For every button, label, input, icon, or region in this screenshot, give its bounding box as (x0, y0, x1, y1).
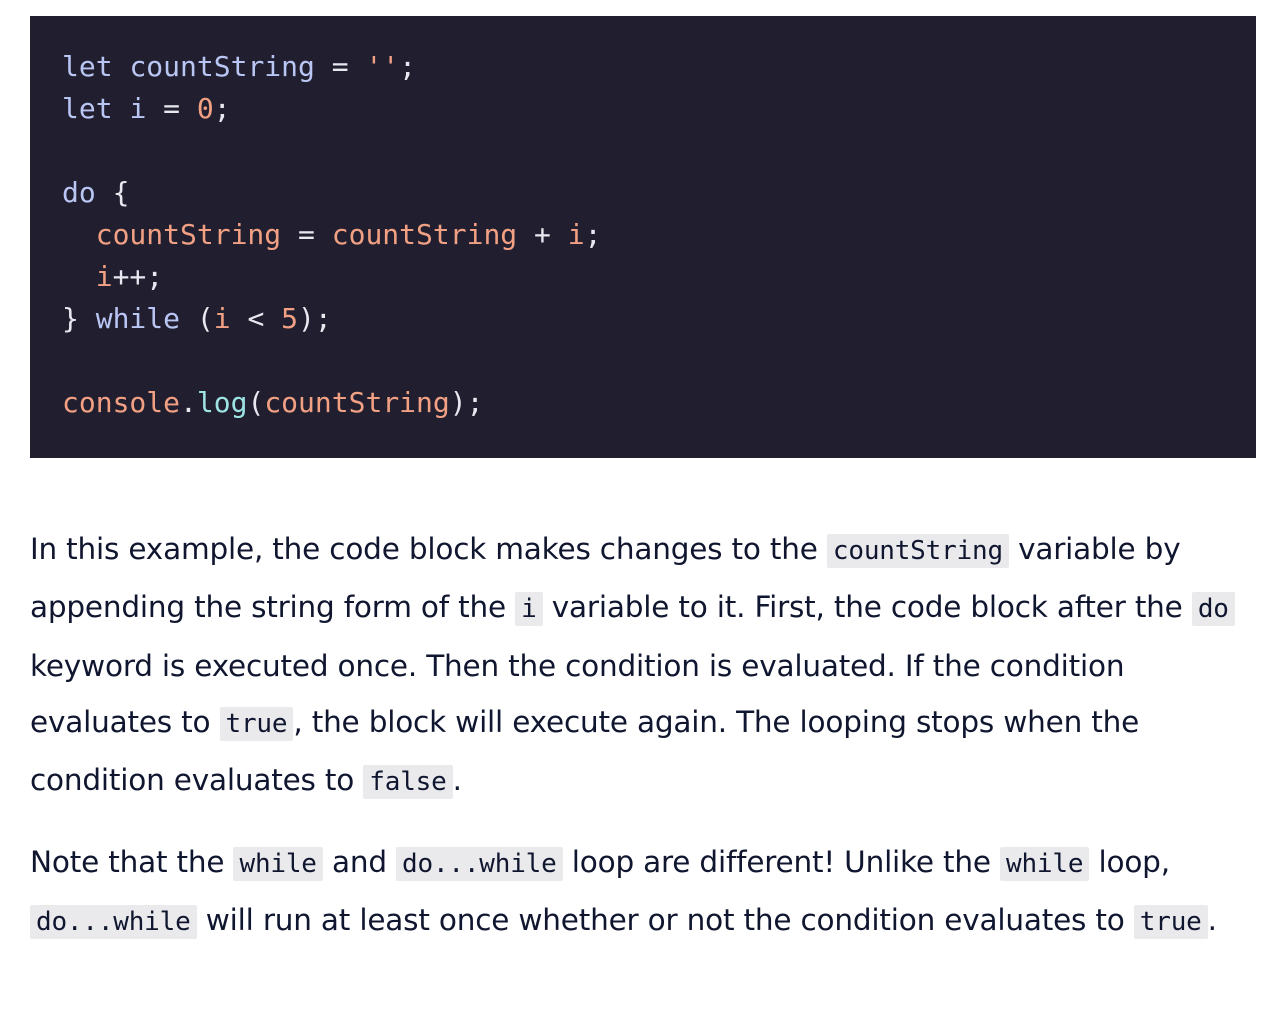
paragraph-text: variable to it. First, the code block af… (542, 590, 1192, 625)
page: let countString = ''; let i = 0; do { co… (0, 0, 1276, 1010)
code-line-5: countString = countString + i; (95, 218, 602, 251)
code-line-4: do { (62, 176, 130, 209)
inline-code: true (1133, 905, 1208, 940)
inline-code: true (219, 706, 294, 741)
inline-code: i (515, 592, 543, 627)
paragraph-text: . (1207, 903, 1217, 938)
code-block: let countString = ''; let i = 0; do { co… (30, 16, 1256, 458)
code-line-9: console.log(countString); (62, 386, 484, 419)
code-content: let countString = ''; let i = 0; do { co… (62, 46, 1224, 424)
paragraph-text: In this example, the code block makes ch… (30, 532, 827, 566)
inline-code: do...while (396, 847, 563, 881)
paragraph-text: . (452, 763, 462, 798)
inline-code: do (1191, 592, 1235, 627)
paragraph-text: loop, (1089, 845, 1170, 879)
inline-code: false (363, 765, 453, 800)
inline-code: while (1000, 847, 1090, 881)
code-line-2: let i = 0; (62, 92, 231, 125)
inline-code: do...while (30, 905, 197, 940)
inline-code: countString (826, 534, 1009, 568)
inline-code: while (233, 847, 323, 881)
paragraph-text: and (322, 845, 397, 879)
code-line-6: i++; (95, 260, 164, 293)
code-line-1: let countString = ''; (62, 50, 417, 83)
note-paragraph: Note that the while and do...while loop … (30, 834, 1256, 951)
paragraph-text: loop are different! Unlike the (562, 845, 1001, 879)
explanation-paragraph: In this example, the code block makes ch… (30, 521, 1256, 810)
paragraph-text: will run at least once whether or not th… (196, 903, 1134, 938)
code-line-7: } while (i < 5); (62, 302, 332, 335)
paragraph-text: Note that the (30, 845, 234, 879)
